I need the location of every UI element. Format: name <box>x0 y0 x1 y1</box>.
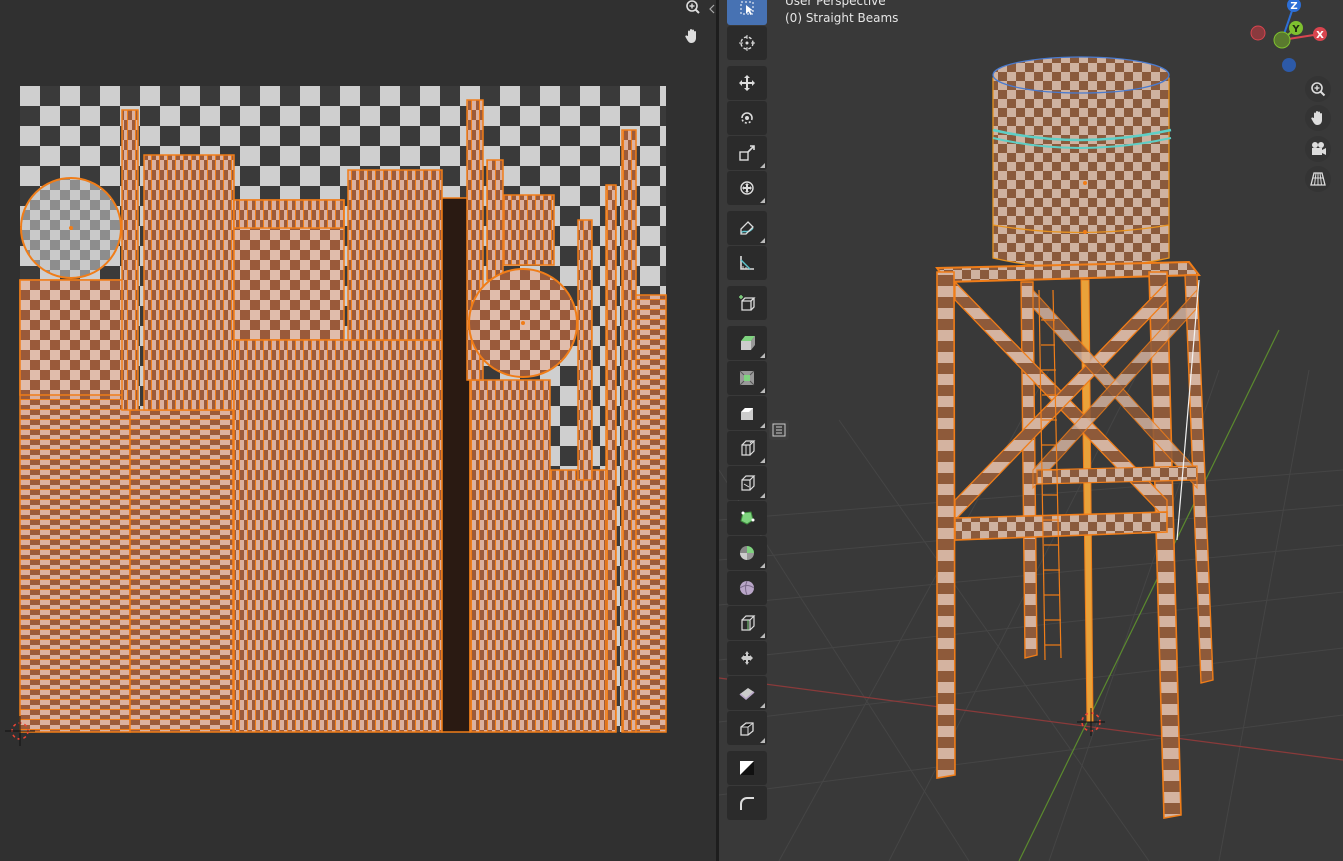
toolbar-toggle-icon[interactable] <box>769 420 789 440</box>
add-cube-icon <box>739 295 756 311</box>
uv-unwrap-tool[interactable] <box>727 751 767 785</box>
move-icon <box>739 75 755 91</box>
viewport-mode-label: User Perspective <box>785 0 886 8</box>
shrink-fatten-tool[interactable] <box>727 641 767 675</box>
camera-icon[interactable] <box>1305 136 1331 162</box>
transform-icon <box>740 181 754 195</box>
transform-tool[interactable] <box>727 171 767 205</box>
scale-icon <box>739 145 755 161</box>
spin-icon <box>740 546 754 560</box>
gizmo-neg-x[interactable] <box>1250 25 1266 41</box>
loop-cut-tool[interactable] <box>727 431 767 465</box>
viewport-object-label: (0) Straight Beams <box>785 11 899 25</box>
shear-icon <box>739 688 755 700</box>
select-box-icon <box>740 1 754 15</box>
smooth-icon <box>739 580 755 596</box>
uv-pan-hand-icon[interactable] <box>679 23 705 49</box>
sidebar-collapse-icon[interactable] <box>708 0 716 14</box>
poly-build-tool[interactable] <box>727 501 767 535</box>
scale-tool[interactable] <box>727 136 767 170</box>
shear-tool[interactable] <box>727 676 767 710</box>
extrude-region-tool[interactable] <box>727 326 767 360</box>
rip-region-tool[interactable] <box>727 711 767 745</box>
water-tower-model[interactable] <box>719 0 1343 861</box>
viewport-zoom-icon[interactable] <box>1305 76 1331 102</box>
inset-faces-tool[interactable] <box>727 361 767 395</box>
uv-islands-overlay[interactable] <box>0 0 716 861</box>
gizmo-y-axis[interactable]: Y <box>1289 21 1303 35</box>
gizmo-neg-z[interactable] <box>1282 58 1296 72</box>
measure-icon <box>740 256 754 270</box>
cursor-tool[interactable] <box>727 26 767 60</box>
curve-icon <box>740 797 754 810</box>
cursor-icon <box>739 35 755 51</box>
svg-text:Y: Y <box>1291 24 1300 35</box>
select-box-tool[interactable] <box>727 0 767 25</box>
annotate-tool[interactable] <box>727 211 767 245</box>
3d-viewport[interactable] <box>719 0 1343 861</box>
perspective-grid-icon[interactable] <box>1305 166 1331 192</box>
inset-icon <box>739 370 755 386</box>
smooth-tool[interactable] <box>727 571 767 605</box>
extrude-icon <box>741 336 755 350</box>
move-tool[interactable] <box>727 66 767 100</box>
rip-icon <box>740 722 754 736</box>
svg-text:X: X <box>1316 30 1324 41</box>
svg-text:Z: Z <box>1290 1 1297 12</box>
loop-cut-icon <box>741 440 756 456</box>
curve-tool[interactable] <box>727 786 767 820</box>
gizmo-neg-y[interactable] <box>1273 31 1291 49</box>
gizmo-x-axis[interactable]: X <box>1313 27 1327 41</box>
bevel-icon <box>741 408 753 420</box>
rotate-icon <box>741 112 753 124</box>
gizmo-z-axis[interactable]: Z <box>1287 0 1301 12</box>
edge-slide-icon <box>741 615 756 631</box>
uv-editor-panel[interactable] <box>0 0 716 861</box>
viewport-pan-hand-icon[interactable] <box>1305 105 1331 131</box>
uv-icon <box>740 761 754 775</box>
knife-tool[interactable] <box>727 466 767 500</box>
measure-tool[interactable] <box>727 246 767 280</box>
annotate-icon <box>740 221 754 235</box>
edge-slide-tool[interactable] <box>727 606 767 640</box>
navigation-gizmo[interactable]: Z Y X <box>1248 0 1340 80</box>
shrink-fatten-icon <box>741 651 753 665</box>
rotate-tool[interactable] <box>727 101 767 135</box>
bevel-tool[interactable] <box>727 396 767 430</box>
add-cube-tool[interactable] <box>727 286 767 320</box>
3d-cursor <box>1077 708 1105 736</box>
poly-build-icon <box>740 511 755 525</box>
knife-icon <box>741 475 756 491</box>
spin-tool[interactable] <box>727 536 767 570</box>
